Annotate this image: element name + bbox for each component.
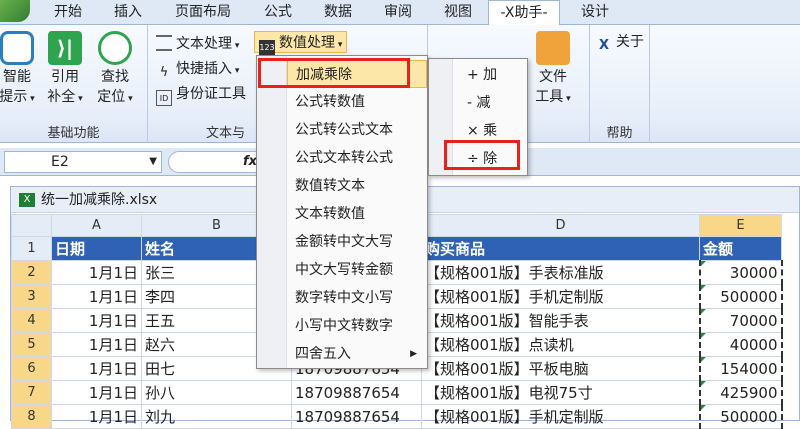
chevron-down-icon[interactable]: ▼ xyxy=(149,152,157,172)
tab-7[interactable]: -X助手- xyxy=(488,0,560,26)
menu-item-6[interactable]: 金额转中文大写 xyxy=(287,228,427,256)
item-cell[interactable]: 【规格001版】平板电脑 xyxy=(421,356,700,381)
quick-insert-button[interactable]: ϟ 快捷插入 ▾ xyxy=(156,58,240,80)
x-logo-icon: X xyxy=(598,38,610,53)
amount-cell[interactable]: 30000 xyxy=(698,260,783,285)
menu-item-9[interactable]: 小写中文转数字 xyxy=(287,312,427,340)
file-tools-button[interactable]: 文件 工具 ▾ xyxy=(530,31,576,109)
cite-complete-icon: ⟩| xyxy=(48,31,82,65)
date-cell[interactable]: 1月1日 xyxy=(51,380,142,405)
row-header[interactable]: 5 xyxy=(11,332,52,357)
idcard-icon: ID xyxy=(156,90,172,106)
number-process-menu: 加减乘除 公式转数值 公式转公式文本 公式文本转公式 数值转文本 文本转数值 金额转中文大写… xyxy=(256,55,428,369)
tab-3[interactable]: 公式 xyxy=(248,0,308,25)
find-locate-icon xyxy=(98,31,132,65)
folder-icon xyxy=(536,31,570,65)
excel-file-icon: X xyxy=(19,193,35,207)
date-cell[interactable]: 1月1日 xyxy=(51,260,142,285)
select-all-corner[interactable] xyxy=(11,214,52,237)
tab-6[interactable]: 视图 xyxy=(428,0,488,25)
column-header-e[interactable]: E xyxy=(699,214,782,237)
menu-item-2[interactable]: 公式转公式文本 xyxy=(287,116,427,144)
menu-gutter xyxy=(257,56,287,368)
submenu-item-1[interactable]: - 减 xyxy=(453,89,527,117)
phone-cell[interactable]: 18709887654 xyxy=(291,404,422,429)
name-cell[interactable]: 孙八 xyxy=(141,380,292,405)
group-help: X 关于 帮助 xyxy=(590,25,650,143)
highlight-box-divide xyxy=(444,140,520,170)
amount-cell[interactable]: 40000 xyxy=(698,332,783,357)
menu-item-5[interactable]: 文本转数值 xyxy=(287,200,427,228)
number-process-button[interactable]: 123 数值处理 ▾ xyxy=(254,31,348,56)
phone-cell[interactable]: 18709887654 xyxy=(291,380,422,405)
text-lines-icon xyxy=(156,35,172,51)
tab-5[interactable]: 审阅 xyxy=(368,0,428,25)
menu-item-3[interactable]: 公式文本转公式 xyxy=(287,144,427,172)
submenu-arrow-icon: ▶ xyxy=(410,349,417,359)
group-label: 帮助 xyxy=(606,126,633,141)
header-cell[interactable]: 购买商品 xyxy=(421,236,700,261)
item-cell[interactable]: 【规格001版】智能手表 xyxy=(421,308,700,333)
date-cell[interactable]: 1月1日 xyxy=(51,332,142,357)
app-logo-icon[interactable] xyxy=(0,0,30,22)
menu-item-7[interactable]: 中文大写转金额 xyxy=(287,256,427,284)
ribbon-tab-bar: 开始 插入 页面布局 公式 数据 审阅 视图 -X助手- 设计 xyxy=(0,0,800,26)
row-header[interactable]: 4 xyxy=(11,308,52,333)
row-header[interactable]: 3 xyxy=(11,284,52,309)
row-header[interactable]: 7 xyxy=(11,380,52,405)
item-cell[interactable]: 【规格001版】电视75寸 xyxy=(421,380,700,405)
tab-2[interactable]: 页面布局 xyxy=(158,0,248,25)
row-header-1[interactable]: 1 xyxy=(11,236,52,261)
item-cell[interactable]: 【规格001版】点读机 xyxy=(421,332,700,357)
menu-item-10[interactable]: 四舍五入 ▶ xyxy=(287,340,427,368)
about-button[interactable]: X 关于 xyxy=(596,31,644,53)
column-header-d[interactable]: D xyxy=(421,214,700,237)
fx-button[interactable]: fx xyxy=(168,151,268,173)
item-cell[interactable]: 【规格001版】手机定制版 xyxy=(421,284,700,309)
amount-cell[interactable]: 154000 xyxy=(698,356,783,381)
submenu-item-0[interactable]: + 加 xyxy=(453,61,527,89)
item-cell[interactable]: 【规格001版】手机定制版 xyxy=(421,404,700,429)
tab-4[interactable]: 数据 xyxy=(308,0,368,25)
amount-cell[interactable]: 70000 xyxy=(698,308,783,333)
cite-complete-button[interactable]: ⟩| 引用 补全 ▾ xyxy=(42,31,88,109)
date-cell[interactable]: 1月1日 xyxy=(51,308,142,333)
amount-cell[interactable]: 425900 xyxy=(698,380,783,405)
date-cell[interactable]: 1月1日 xyxy=(51,356,142,381)
menu-item-1[interactable]: 公式转数值 xyxy=(287,88,427,116)
item-cell[interactable]: 【规格001版】手表标准版 xyxy=(421,260,700,285)
group-basic-functions: 智能 提示 ▾ ⟩| 引用 补全 ▾ 查找 定位 ▾ 基础功能 xyxy=(0,25,148,143)
date-cell[interactable]: 1月1日 xyxy=(51,284,142,309)
name-box[interactable]: E2 ▼ xyxy=(4,151,162,173)
amount-cell[interactable]: 500000 xyxy=(698,404,783,429)
tab-1[interactable]: 插入 xyxy=(98,0,158,25)
lightning-icon: ϟ xyxy=(159,65,169,80)
amount-cell[interactable]: 500000 xyxy=(698,284,783,309)
header-cell[interactable]: 日期 xyxy=(51,236,142,261)
idcard-tool-button[interactable]: ID 身份证工具 xyxy=(156,83,246,106)
name-cell[interactable]: 刘九 xyxy=(141,404,292,429)
smart-hint-icon xyxy=(0,31,34,65)
number-123-icon: 123 xyxy=(259,40,275,56)
tab-0[interactable]: 开始 xyxy=(38,0,98,25)
row-header[interactable]: 6 xyxy=(11,356,52,381)
find-locate-button[interactable]: 查找 定位 ▾ xyxy=(92,31,138,109)
date-cell[interactable]: 1月1日 xyxy=(51,404,142,429)
menu-item-8[interactable]: 数字转中文小写 xyxy=(287,284,427,312)
column-header-a[interactable]: A xyxy=(51,214,142,237)
smart-hint-button[interactable]: 智能 提示 ▾ xyxy=(0,31,40,109)
tab-8[interactable]: 设计 xyxy=(565,0,625,25)
row-header[interactable]: 2 xyxy=(11,260,52,285)
row-header[interactable]: 8 xyxy=(11,404,52,429)
text-process-button[interactable]: 文本处理 ▾ xyxy=(156,33,239,55)
table-row: 8 1月1日 刘九 18709887654 【规格001版】手机定制版 500000 xyxy=(11,404,783,429)
menu-item-4[interactable]: 数值转文本 xyxy=(287,172,427,200)
highlight-box-add-sub-mul-div xyxy=(258,58,410,88)
group-label: 基础功能 xyxy=(47,126,100,141)
table-row: 7 1月1日 孙八 18709887654 【规格001版】电视75寸 425900 xyxy=(11,380,783,405)
header-cell[interactable]: 金额 xyxy=(699,236,782,261)
